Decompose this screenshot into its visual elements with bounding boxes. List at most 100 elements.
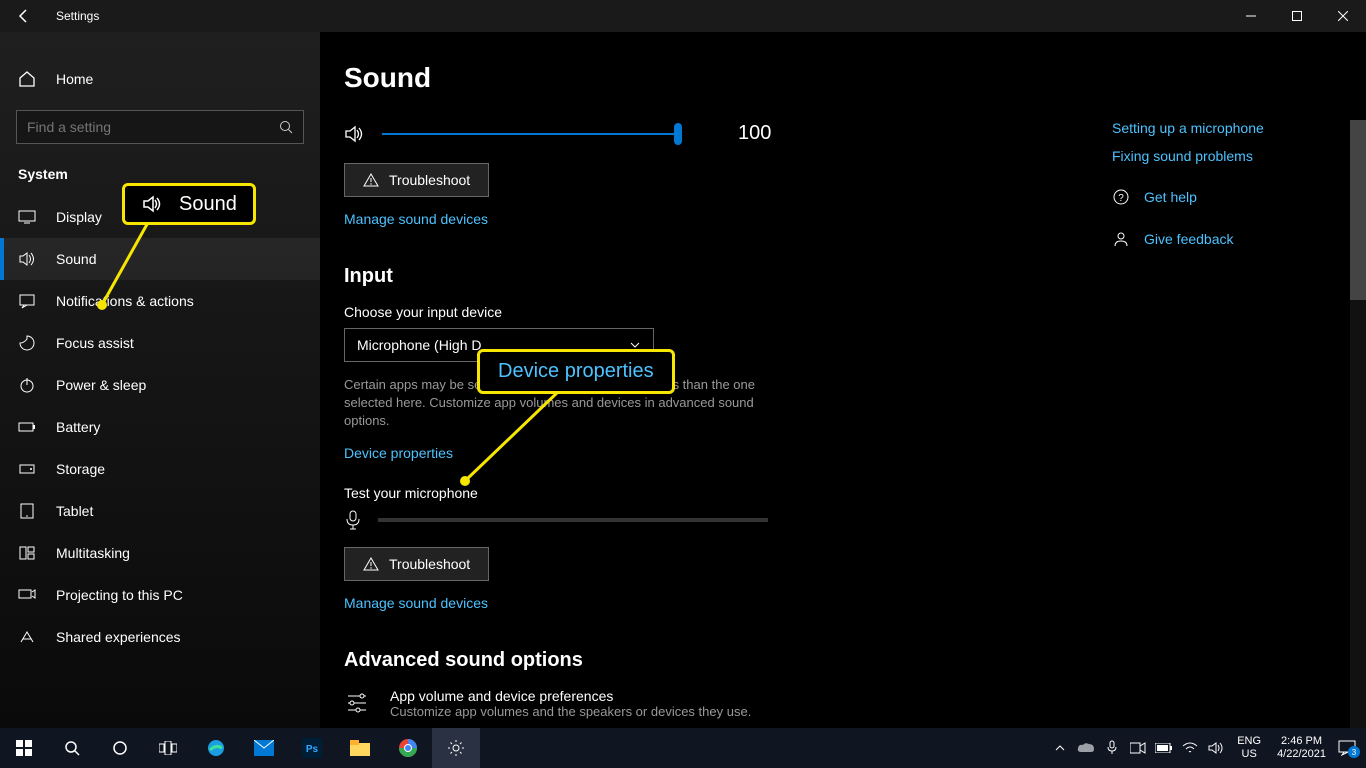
- button-label: Troubleshoot: [389, 556, 470, 572]
- clock[interactable]: 2:46 PM4/22/2021: [1271, 735, 1332, 761]
- sidebar-item-storage[interactable]: Storage: [0, 448, 320, 490]
- advanced-heading: Advanced sound options: [344, 649, 1366, 672]
- back-button[interactable]: [0, 0, 48, 32]
- manage-devices-link-2[interactable]: Manage sound devices: [344, 595, 488, 611]
- sliders-icon: [344, 688, 372, 716]
- warning-icon: [363, 556, 379, 572]
- explorer-button[interactable]: [336, 728, 384, 768]
- manage-devices-link[interactable]: Manage sound devices: [344, 211, 488, 227]
- storage-icon: [18, 460, 38, 478]
- sidebar-item-shared[interactable]: Shared experiences: [0, 616, 320, 658]
- mic-tray-icon[interactable]: [1101, 740, 1123, 756]
- notifications-icon: [18, 292, 38, 310]
- window-controls: [1228, 0, 1366, 32]
- sidebar-item-projecting[interactable]: Projecting to this PC: [0, 574, 320, 616]
- get-help-link[interactable]: Get help: [1144, 189, 1197, 205]
- close-button[interactable]: [1320, 0, 1366, 32]
- setup-mic-link[interactable]: Setting up a microphone: [1112, 120, 1342, 136]
- taskbar: Ps ENGUS 2:46 PM4/22/2021 3: [0, 728, 1366, 768]
- mail-button[interactable]: [240, 728, 288, 768]
- home-label: Home: [56, 71, 93, 87]
- sidebar-item-label: Tablet: [56, 503, 93, 519]
- edge-button[interactable]: [192, 728, 240, 768]
- sidebar-item-label: Storage: [56, 461, 105, 477]
- tablet-icon: [18, 502, 38, 520]
- system-tray: ENGUS 2:46 PM4/22/2021 3: [1049, 735, 1366, 761]
- battery-icon: [18, 418, 38, 436]
- search-button[interactable]: [48, 728, 96, 768]
- scroll-thumb[interactable]: [1350, 120, 1366, 300]
- action-center-icon[interactable]: 3: [1336, 740, 1358, 756]
- callout-device-properties: Device properties: [477, 349, 675, 394]
- help-icon: ?: [1112, 188, 1130, 206]
- device-properties-link[interactable]: Device properties: [344, 445, 453, 461]
- sidebar-item-label: Battery: [56, 419, 100, 435]
- onedrive-icon[interactable]: [1075, 742, 1097, 754]
- window-title: Settings: [56, 9, 99, 23]
- svg-text:?: ?: [1118, 193, 1124, 204]
- feedback-row[interactable]: Give feedback: [1112, 230, 1342, 248]
- adv-item-title: App volume and device preferences: [390, 688, 751, 704]
- search-field[interactable]: [27, 119, 279, 135]
- meet-now-icon[interactable]: [1127, 742, 1149, 754]
- page-title: Sound: [344, 62, 1366, 94]
- sound-icon: [141, 192, 165, 216]
- volume-value: 100: [738, 122, 771, 145]
- multitasking-icon: [18, 544, 38, 562]
- start-button[interactable]: [0, 728, 48, 768]
- callout-sound: Sound: [122, 183, 256, 225]
- battery-tray-icon[interactable]: [1153, 743, 1175, 753]
- fix-sound-link[interactable]: Fixing sound problems: [1112, 148, 1342, 164]
- svg-text:Ps: Ps: [306, 744, 319, 755]
- troubleshoot-output-button[interactable]: Troubleshoot: [344, 163, 489, 197]
- search-input[interactable]: [16, 110, 304, 144]
- sidebar-item-label: Power & sleep: [56, 377, 146, 393]
- maximize-button[interactable]: [1274, 0, 1320, 32]
- slider-thumb[interactable]: [674, 123, 682, 145]
- sidebar-item-label: Projecting to this PC: [56, 587, 183, 603]
- troubleshoot-input-button[interactable]: Troubleshoot: [344, 547, 489, 581]
- callout-label: Device properties: [498, 360, 654, 383]
- callout-line: [460, 390, 570, 485]
- settings-button[interactable]: [432, 728, 480, 768]
- feedback-link[interactable]: Give feedback: [1144, 231, 1234, 247]
- display-icon: [18, 208, 38, 226]
- speaker-icon: [344, 123, 366, 145]
- sidebar: Home System Display Sound Notifications …: [0, 32, 320, 728]
- sound-icon: [18, 250, 38, 268]
- home-icon: [18, 70, 38, 88]
- warning-icon: [363, 172, 379, 188]
- feedback-icon: [1112, 230, 1130, 248]
- tray-chevron-icon[interactable]: [1049, 742, 1071, 754]
- app-volume-item[interactable]: App volume and device preferences Custom…: [344, 688, 1366, 719]
- sidebar-item-label: Shared experiences: [56, 629, 181, 645]
- sidebar-item-focus[interactable]: Focus assist: [0, 322, 320, 364]
- home-button[interactable]: Home: [0, 60, 320, 98]
- chrome-button[interactable]: [384, 728, 432, 768]
- sidebar-item-tablet[interactable]: Tablet: [0, 490, 320, 532]
- volume-tray-icon[interactable]: [1205, 741, 1227, 755]
- task-view-button[interactable]: [144, 728, 192, 768]
- volume-slider[interactable]: [382, 133, 682, 135]
- minimize-button[interactable]: [1228, 0, 1274, 32]
- sidebar-item-label: Focus assist: [56, 335, 134, 351]
- language-indicator[interactable]: ENGUS: [1231, 735, 1267, 761]
- cortana-button[interactable]: [96, 728, 144, 768]
- callout-label: Sound: [179, 193, 237, 216]
- choose-input-label: Choose your input device: [344, 304, 1366, 320]
- sidebar-item-multitasking[interactable]: Multitasking: [0, 532, 320, 574]
- notification-badge: 3: [1348, 746, 1360, 758]
- wifi-tray-icon[interactable]: [1179, 742, 1201, 754]
- dropdown-value: Microphone (High D: [357, 337, 482, 353]
- adv-item-desc: Customize app volumes and the speakers o…: [390, 704, 751, 719]
- sidebar-item-label: Sound: [56, 251, 96, 267]
- input-heading: Input: [344, 265, 1366, 288]
- callout-line: [95, 210, 165, 310]
- mic-test-row: [344, 509, 1366, 531]
- get-help-row[interactable]: ? Get help: [1112, 188, 1342, 206]
- sidebar-item-battery[interactable]: Battery: [0, 406, 320, 448]
- sidebar-item-power[interactable]: Power & sleep: [0, 364, 320, 406]
- help-panel: Setting up a microphone Fixing sound pro…: [1112, 120, 1342, 260]
- photoshop-button[interactable]: Ps: [288, 728, 336, 768]
- scrollbar[interactable]: [1350, 120, 1366, 728]
